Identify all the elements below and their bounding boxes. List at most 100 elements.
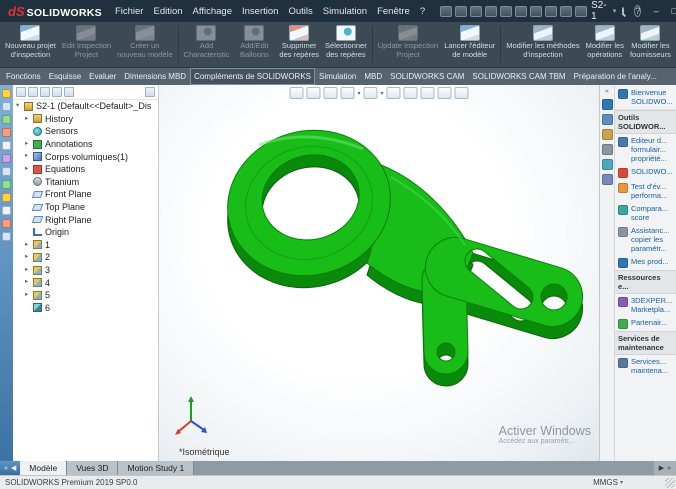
revolve-icon[interactable] xyxy=(2,141,11,150)
view-orientation-icon[interactable] xyxy=(363,87,378,99)
expand-arrow-icon[interactable]: ▸ xyxy=(25,241,33,249)
solidworks-rx-link[interactable]: SOLIDWO... xyxy=(615,165,676,180)
my-products-link[interactable]: Mes prod... xyxy=(615,255,676,270)
tab-complements-solidworks[interactable]: Compléments de SOLIDWORKS xyxy=(190,68,316,85)
axis-icon[interactable] xyxy=(2,219,11,228)
sketch-tool-icon[interactable] xyxy=(2,102,11,111)
reference-plane-icon[interactable] xyxy=(2,206,11,215)
search-icon[interactable] xyxy=(622,7,625,15)
zoom-area-icon[interactable] xyxy=(306,87,321,99)
menu-insertion[interactable]: Insertion xyxy=(237,2,283,21)
previous-view-icon[interactable] xyxy=(323,87,338,99)
tree-item-feature-2[interactable]: ▸ 2 xyxy=(13,251,158,264)
tab-modele[interactable]: Modèle xyxy=(20,461,68,475)
minimize-button[interactable]: – xyxy=(647,3,665,19)
menu-affichage[interactable]: Affichage xyxy=(188,2,237,21)
expand-arrow-icon[interactable]: ▸ xyxy=(25,140,33,148)
configurationmanager-tab-icon[interactable] xyxy=(40,87,50,97)
edit-suppliers-button[interactable]: Modifier les fournisseurs xyxy=(627,23,674,66)
tree-item-solid-bodies[interactable]: ▸ Corps volumiques(1) xyxy=(13,150,158,163)
tree-item-top-plane[interactable]: Top Plane xyxy=(13,201,158,214)
select-tool-icon[interactable] xyxy=(2,89,11,98)
welcome-link[interactable]: Bienvenue SOLIDWO... xyxy=(615,85,676,110)
design-library-icon[interactable] xyxy=(601,129,613,140)
tab-mbd[interactable]: MBD xyxy=(360,68,386,85)
performance-test-link[interactable]: Test d'év... performa... xyxy=(615,180,676,202)
featuremanager-tab-icon[interactable] xyxy=(16,87,26,97)
hide-show-items-icon[interactable] xyxy=(403,87,418,99)
help-icon[interactable]: ? xyxy=(634,5,642,17)
measure-icon[interactable] xyxy=(2,232,11,241)
tree-item-feature-1[interactable]: ▸ 1 xyxy=(13,239,158,252)
zoom-fit-icon[interactable] xyxy=(289,87,304,99)
tab-vues-3d[interactable]: Vues 3D xyxy=(67,461,119,475)
maintenance-services-link[interactable]: Services... maintena... xyxy=(615,355,676,377)
menu-outils[interactable]: Outils xyxy=(283,2,317,21)
edit-inspection-project-button[interactable]: Edit Inspection Project xyxy=(59,23,114,66)
property-tab-builder-link[interactable]: Editeur d... formulair... propriété... xyxy=(615,134,676,165)
options-icon[interactable] xyxy=(575,5,588,17)
open-document-icon[interactable] xyxy=(455,5,468,17)
marketplace-link[interactable]: 3DEXPER... Marketpla... xyxy=(615,294,676,316)
home-icon[interactable] xyxy=(601,99,613,110)
apply-scene-icon[interactable] xyxy=(437,87,452,99)
expand-arrow-icon[interactable]: ▸ xyxy=(25,266,33,274)
appearances-icon[interactable] xyxy=(601,159,613,170)
print-icon[interactable] xyxy=(485,5,498,17)
tab-dimensions-mbd[interactable]: Dimensions MBD xyxy=(120,68,190,85)
fillet-icon[interactable] xyxy=(2,167,11,176)
tree-item-feature-5[interactable]: ▸ 5 xyxy=(13,289,158,302)
menu-fenetre[interactable]: Fenêtre xyxy=(372,2,415,21)
tab-fonctions[interactable]: Fonctions xyxy=(2,68,45,85)
custom-properties-icon[interactable] xyxy=(601,174,613,185)
smart-dimension-icon[interactable] xyxy=(2,115,11,124)
copy-settings-wizard-link[interactable]: Assistanc... copier les paramétr... xyxy=(615,224,676,255)
tree-item-root[interactable]: ▾ S2-1 (Default<<Default>_Dis xyxy=(13,100,158,113)
part-3d-model[interactable] xyxy=(159,85,599,461)
edit-operations-button[interactable]: Modifier les opérations xyxy=(583,23,627,66)
section-view-icon[interactable] xyxy=(340,87,355,99)
chevron-down-icon[interactable]: ▾ xyxy=(611,7,619,15)
chevron-down-icon[interactable]: ▾ xyxy=(381,90,384,97)
scroll-next-icon[interactable]: ▶ xyxy=(659,464,664,472)
units-selector[interactable]: MMGS ▾ xyxy=(593,478,623,487)
window-resize-grip[interactable] xyxy=(665,478,675,488)
displaymanager-tab-icon[interactable] xyxy=(64,87,74,97)
select-balloons-button[interactable]: Sélectionner des repères xyxy=(322,23,370,66)
propertymanager-tab-icon[interactable] xyxy=(28,87,38,97)
launch-template-editor-button[interactable]: Lancer l'éditeur de modèle xyxy=(441,23,498,66)
display-style-icon[interactable] xyxy=(386,87,401,99)
select-icon[interactable] xyxy=(530,5,543,17)
tab-esquisse[interactable]: Esquisse xyxy=(45,68,85,85)
expand-arrow-icon[interactable]: ▸ xyxy=(25,153,33,160)
mirror-icon[interactable] xyxy=(2,193,11,202)
dimxpertmanager-tab-icon[interactable] xyxy=(52,87,62,97)
delete-balloons-button[interactable]: Supprimer des repères xyxy=(276,23,322,66)
file-properties-icon[interactable] xyxy=(560,5,573,17)
compare-score-link[interactable]: Compara... score xyxy=(615,202,676,224)
tree-item-history[interactable]: ▸ History xyxy=(13,113,158,126)
save-icon[interactable] xyxy=(470,5,483,17)
create-new-template-button[interactable]: Créer un nouveau modèle xyxy=(114,23,175,66)
scroll-prev-icon[interactable]: ◀ xyxy=(11,464,16,472)
menu-fichier[interactable]: Fichier xyxy=(110,2,149,21)
tree-item-feature-4[interactable]: ▸ 4 xyxy=(13,276,158,289)
partners-link[interactable]: Partenair... xyxy=(615,316,676,331)
new-document-icon[interactable] xyxy=(440,5,453,17)
tree-item-material[interactable]: Titanium xyxy=(13,176,158,189)
tab-preparation-analyse[interactable]: Préparation de l'analy... xyxy=(570,68,661,85)
tree-item-front-plane[interactable]: Front Plane xyxy=(13,188,158,201)
tree-item-equations[interactable]: ▸ Equations xyxy=(13,163,158,176)
menu-edition[interactable]: Edition xyxy=(148,2,187,21)
maximize-button[interactable]: □ xyxy=(665,3,676,19)
new-inspection-project-button[interactable]: Nouveau projet d'inspection xyxy=(2,23,59,66)
add-characteristic-button[interactable]: Add Characteristic xyxy=(181,23,233,66)
menu-help[interactable]: ? xyxy=(415,2,430,21)
expand-arrow-icon[interactable]: ▸ xyxy=(25,254,33,261)
solidworks-resources-icon[interactable] xyxy=(601,114,613,125)
edit-inspection-methods-button[interactable]: Modifier les méthodes d'inspection xyxy=(503,23,582,66)
chevron-down-icon[interactable]: ▾ xyxy=(357,90,360,97)
tree-item-origin[interactable]: Origin xyxy=(13,226,158,239)
scroll-first-icon[interactable]: « xyxy=(4,465,8,472)
pattern-icon[interactable] xyxy=(2,180,11,189)
